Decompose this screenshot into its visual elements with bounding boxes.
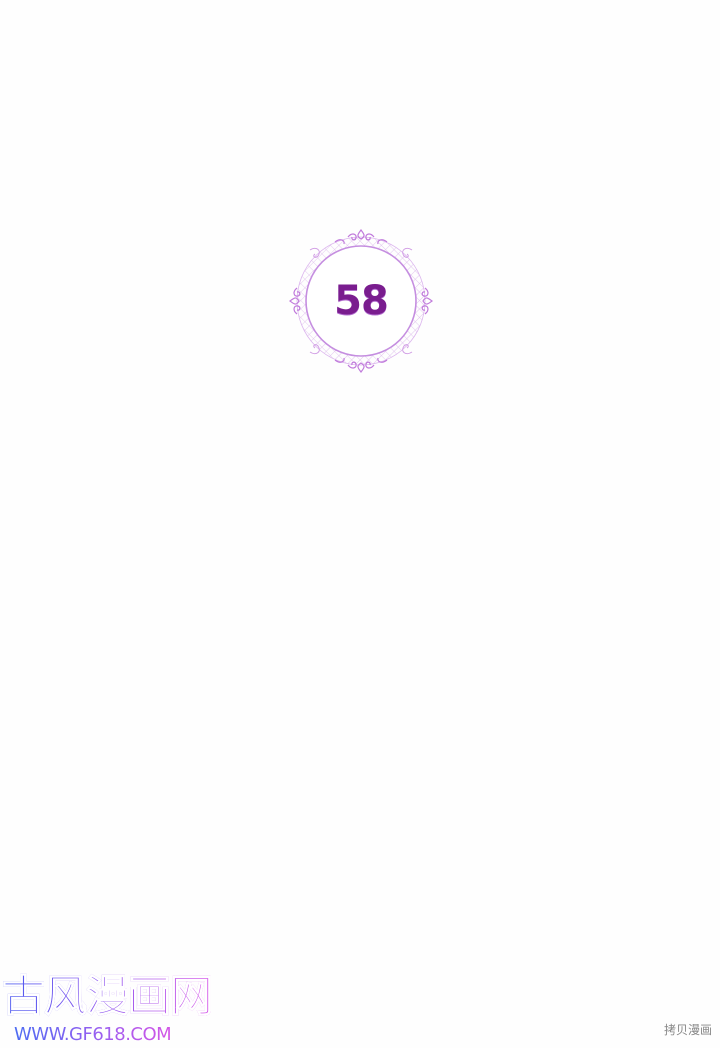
chapter-number: 58 bbox=[334, 278, 389, 324]
chapter-number-badge: 58 bbox=[288, 228, 434, 374]
comic-page: 58 古风漫画网 WWW.GF618.COM 拷贝漫画 bbox=[0, 0, 720, 1048]
site-logo-text: 古风漫画网 bbox=[2, 972, 214, 1023]
copyright-note: 拷贝漫画 bbox=[663, 1023, 712, 1037]
site-url: WWW.GF618.COM bbox=[14, 1024, 172, 1045]
site-logo: 古风漫画网 bbox=[2, 972, 214, 1023]
